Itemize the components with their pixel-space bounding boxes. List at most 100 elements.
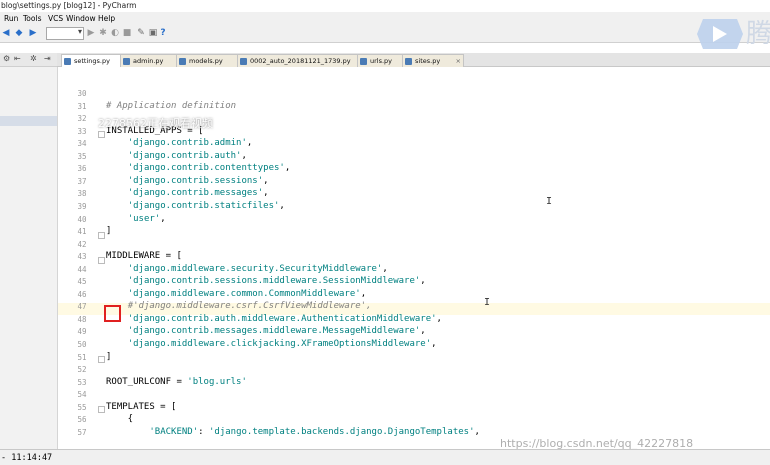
code-line[interactable]: { [106,414,133,424]
code-line[interactable]: 'django.contrib.sessions.middleware.Sess… [106,276,426,286]
fold-icon[interactable] [98,356,105,363]
tab-label: 0002_auto_20181121_1739.py [250,57,351,65]
string-literal: 'django.contrib.auth' [127,150,242,161]
code-line[interactable]: 'user', [106,214,166,224]
line-number: 45 [77,277,87,287]
tab-label: urls.py [370,57,393,65]
python-file-icon [360,58,367,65]
line-number: 50 [77,340,87,349]
status-time: - 11:14:47 [1,453,53,463]
project-panel [0,53,58,449]
collapse-icon[interactable]: ⇤ [14,54,21,63]
editor-tab-bar: settings.py × admin.py × models.py × 000… [57,53,770,67]
code-line[interactable]: 'django.contrib.auth', [106,151,247,161]
debug-icon[interactable]: ✱ [98,28,108,38]
string-literal: 'django.contrib.sessions.middleware.Sess… [127,276,421,287]
string-literal: 'django.contrib.contenttypes' [127,163,285,174]
fold-icon[interactable] [98,131,105,138]
settings-icon[interactable]: ✎ [136,28,146,38]
python-file-icon [240,58,247,65]
line-number: 36 [77,164,87,174]
fold-icon[interactable] [98,406,105,413]
menu-window[interactable]: Window [66,14,96,23]
window-title: blog\settings.py [blog12] - PyCharm [1,1,137,10]
code-line[interactable]: 'django.middleware.clickjacking.XFrameOp… [106,339,437,349]
line-number: 39 [77,201,87,211]
string-literal: 'django.contrib.messages' [127,188,264,199]
line-number: 34 [77,139,87,149]
coverage-icon[interactable]: ◐ [110,28,120,38]
menu-help[interactable]: Help [98,14,115,23]
string-literal: 'django.middleware.clickjacking.XFrameOp… [127,339,432,349]
line-number: 53 [77,377,87,387]
string-literal: 'blog.urls' [187,376,247,387]
selected-tree-item[interactable] [0,116,57,126]
code-line[interactable]: 'django.contrib.sessions', [106,176,269,186]
line-number: 52 [77,365,87,375]
code-line[interactable]: 'django.contrib.messages', [106,188,269,198]
code-line[interactable]: 'django.middleware.security.SecurityMidd… [106,264,388,274]
toolbar: ◀ ◆ ▶ ▶ ✱ ◐ ■ ✎ ▣ ? [0,24,770,43]
run-icon[interactable]: ▶ [86,28,96,38]
tab-label: models.py [189,57,223,65]
tencent-video-logo [697,19,743,49]
code-line[interactable]: 'django.middleware.common.CommonMiddlewa… [106,289,366,299]
sdk-icon[interactable]: ▣ [148,28,158,38]
string-literal: 'django.contrib.messages.middleware.Mess… [127,326,421,337]
string-literal: 'django.template.backends.django.DjangoT… [208,426,475,437]
code-comment: #'django.middleware.csrf.CsrfViewMiddlew… [127,301,372,312]
code-line[interactable]: 'django.contrib.contenttypes', [106,163,291,174]
settings-icon[interactable]: ⚙ [3,54,10,63]
string-literal: 'django.middleware.security.SecurityMidd… [127,263,383,274]
text-cursor-icon: I [484,297,491,308]
forward-icon-2[interactable]: ▶ [28,28,38,38]
line-number: 30 [77,89,87,98]
line-number: 46 [77,289,87,299]
line-number: 42 [77,239,87,249]
string-literal: 'BACKEND' [149,426,199,437]
tab-label: admin.py [133,57,164,65]
code-comment: # Application definition [106,100,237,111]
line-number: 54 [77,390,87,400]
fold-icon[interactable] [98,257,105,264]
python-file-icon [179,58,186,65]
line-number: 31 [77,101,87,111]
code-line[interactable]: 'django.contrib.admin', [106,138,253,149]
menu-bar: Run Tools VCS Window Help [0,12,770,24]
gear-icon[interactable]: ✲ [30,54,37,63]
line-number: 49 [77,327,87,337]
code-line[interactable]: # Application definition [106,101,236,111]
menu-run[interactable]: Run [4,14,18,23]
line-number: 48 [77,314,87,324]
line-number: 37 [77,176,87,186]
run-config-select[interactable] [46,27,84,40]
fold-icon[interactable] [98,232,105,239]
menu-tools[interactable]: Tools [23,14,41,23]
string-literal: 'django.contrib.sessions' [127,175,264,186]
code-line[interactable]: 'django.contrib.staticfiles', [106,201,285,211]
menu-vcs[interactable]: VCS [48,14,63,23]
viewers-overlay: 2278562正在观看视频 [98,117,213,130]
annotation-highlight-box [104,305,121,322]
line-number: 57 [77,427,87,437]
code-line[interactable]: TEMPLATES = [ [106,402,176,412]
line-number: 47 [77,302,87,312]
status-bar: - 11:14:47 [0,449,770,465]
code-line[interactable]: MIDDLEWARE = [ [106,251,182,261]
code-line[interactable]: ] [106,352,111,362]
help-icon[interactable]: ? [158,28,168,38]
hide-panel-icon[interactable]: ⇥ [44,54,51,63]
code-line[interactable]: ROOT_URLCONF = 'blog.urls' [106,377,247,387]
forward-icon[interactable]: ◆ [14,28,24,38]
code-line[interactable]: #'django.middleware.csrf.CsrfViewMiddlew… [106,301,372,311]
stop-icon[interactable]: ■ [122,28,132,38]
code-line[interactable]: 'django.contrib.messages.middleware.Mess… [106,326,426,336]
string-literal: 'django.contrib.admin' [127,138,247,149]
code-line[interactable]: ] [106,226,111,236]
back-icon[interactable]: ◀ [1,28,11,38]
code-line[interactable]: 'django.contrib.auth.middleware.Authenti… [106,314,442,324]
python-file-icon [405,58,412,65]
mouse-ibeam-icon: I [546,196,553,207]
logo-text: 腾 [746,19,770,49]
code-line[interactable]: 'BACKEND': 'django.template.backends.dja… [106,427,480,437]
